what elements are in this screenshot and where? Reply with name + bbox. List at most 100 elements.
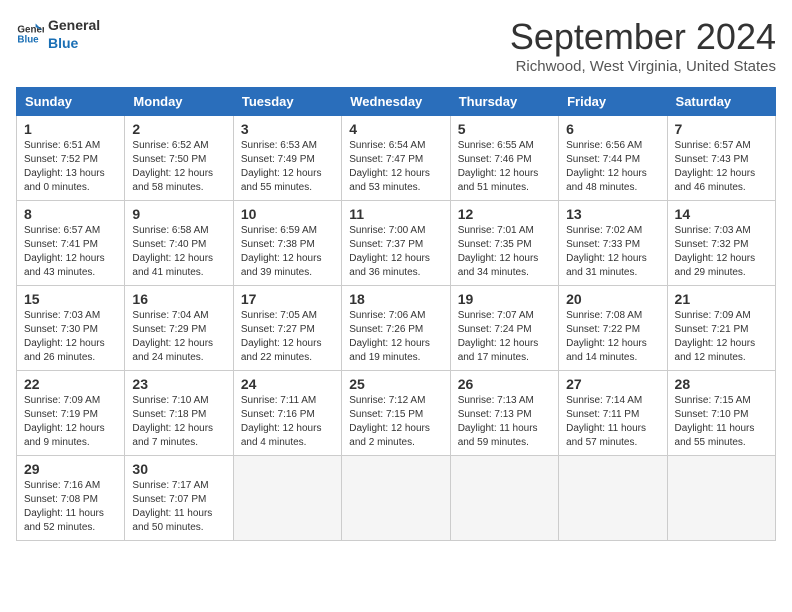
day-number: 5 — [458, 121, 551, 137]
day-number: 30 — [132, 461, 225, 477]
day-cell-5: 5Sunrise: 6:55 AMSunset: 7:46 PMDaylight… — [450, 116, 558, 201]
col-header-wednesday: Wednesday — [342, 88, 450, 116]
logo-icon: General Blue — [16, 20, 44, 48]
day-detail: Sunrise: 7:17 AMSunset: 7:07 PMDaylight:… — [132, 480, 212, 533]
day-cell-7: 7Sunrise: 6:57 AMSunset: 7:43 PMDaylight… — [667, 116, 775, 201]
day-detail: Sunrise: 7:07 AMSunset: 7:24 PMDaylight:… — [458, 310, 539, 363]
day-number: 27 — [566, 376, 659, 392]
day-number: 12 — [458, 206, 551, 222]
day-detail: Sunrise: 7:10 AMSunset: 7:18 PMDaylight:… — [132, 395, 213, 448]
day-detail: Sunrise: 6:53 AMSunset: 7:49 PMDaylight:… — [241, 140, 322, 193]
page-header: General Blue General Blue September 2024… — [16, 16, 776, 75]
day-number: 1 — [24, 121, 117, 137]
day-number: 21 — [675, 291, 768, 307]
day-cell-28: 28 Sunrise: 7:15 AMSunset: 7:10 PMDayligh… — [667, 371, 775, 456]
day-detail: Sunrise: 7:02 AMSunset: 7:33 PMDaylight:… — [566, 225, 647, 278]
day-detail: Sunrise: 6:54 AMSunset: 7:47 PMDaylight:… — [349, 140, 430, 193]
day-cell-4: 4 Sunrise: 6:54 AMSunset: 7:47 PMDaylight… — [342, 116, 450, 201]
day-detail: Sunrise: 7:12 AMSunset: 7:15 PMDaylight:… — [349, 395, 430, 448]
svg-text:Blue: Blue — [17, 35, 39, 46]
day-detail: Sunrise: 7:11 AMSunset: 7:16 PMDaylight:… — [241, 395, 322, 448]
day-number: 25 — [349, 376, 442, 392]
day-number: 2 — [132, 121, 225, 137]
day-cell-9: 9Sunrise: 6:58 AMSunset: 7:40 PMDaylight… — [125, 201, 233, 286]
day-number: 19 — [458, 291, 551, 307]
col-header-tuesday: Tuesday — [233, 88, 341, 116]
day-detail: Sunrise: 7:15 AMSunset: 7:10 PMDaylight:… — [675, 395, 755, 448]
day-cell-22: 22 Sunrise: 7:09 AMSunset: 7:19 PMDayligh… — [17, 371, 125, 456]
empty-cell — [342, 456, 450, 541]
day-detail: Sunrise: 7:00 AMSunset: 7:37 PMDaylight:… — [349, 225, 430, 278]
day-detail: Sunrise: 7:01 AMSunset: 7:35 PMDaylight:… — [458, 225, 539, 278]
day-cell-30: 30 Sunrise: 7:17 AMSunset: 7:07 PMDayligh… — [125, 456, 233, 541]
day-number: 14 — [675, 206, 768, 222]
day-number: 24 — [241, 376, 334, 392]
col-header-friday: Friday — [559, 88, 667, 116]
day-cell-17: 17Sunrise: 7:05 AMSunset: 7:27 PMDayligh… — [233, 286, 341, 371]
day-number: 7 — [675, 121, 768, 137]
day-cell-3: 3Sunrise: 6:53 AMSunset: 7:49 PMDaylight… — [233, 116, 341, 201]
empty-cell — [559, 456, 667, 541]
day-cell-8: 8 Sunrise: 6:57 AMSunset: 7:41 PMDaylight… — [17, 201, 125, 286]
logo: General Blue General Blue — [16, 16, 100, 52]
day-cell-20: 20 Sunrise: 7:08 AMSunset: 7:22 PMDayligh… — [559, 286, 667, 371]
day-detail: Sunrise: 7:03 AMSunset: 7:30 PMDaylight:… — [24, 310, 105, 363]
day-number: 13 — [566, 206, 659, 222]
day-number: 29 — [24, 461, 117, 477]
empty-cell — [667, 456, 775, 541]
day-number: 20 — [566, 291, 659, 307]
empty-cell — [233, 456, 341, 541]
day-number: 23 — [132, 376, 225, 392]
day-number: 22 — [24, 376, 117, 392]
col-header-monday: Monday — [125, 88, 233, 116]
day-detail: Sunrise: 7:04 AMSunset: 7:29 PMDaylight:… — [132, 310, 213, 363]
day-number: 16 — [132, 291, 225, 307]
day-cell-23: 23 Sunrise: 7:10 AMSunset: 7:18 PMDayligh… — [125, 371, 233, 456]
day-detail: Sunrise: 7:16 AMSunset: 7:08 PMDaylight:… — [24, 480, 104, 533]
day-number: 11 — [349, 206, 442, 222]
logo-line1: General — [48, 16, 100, 34]
day-detail: Sunrise: 6:57 AMSunset: 7:41 PMDaylight:… — [24, 225, 105, 278]
day-number: 10 — [241, 206, 334, 222]
day-cell-24: 24 Sunrise: 7:11 AMSunset: 7:16 PMDayligh… — [233, 371, 341, 456]
day-cell-12: 12 Sunrise: 7:01 AMSunset: 7:35 PMDayligh… — [450, 201, 558, 286]
day-detail: Sunrise: 6:56 AMSunset: 7:44 PMDaylight:… — [566, 140, 647, 193]
day-detail: Sunrise: 7:13 AMSunset: 7:13 PMDaylight:… — [458, 395, 538, 448]
day-cell-6: 6Sunrise: 6:56 AMSunset: 7:44 PMDaylight… — [559, 116, 667, 201]
day-cell-21: 21 Sunrise: 7:09 AMSunset: 7:21 PMDayligh… — [667, 286, 775, 371]
day-number: 28 — [675, 376, 768, 392]
day-detail: Sunrise: 7:03 AMSunset: 7:32 PMDaylight:… — [675, 225, 756, 278]
day-detail: Sunrise: 6:52 AMSunset: 7:50 PMDaylight:… — [132, 140, 213, 193]
col-header-sunday: Sunday — [17, 88, 125, 116]
day-detail: Sunrise: 7:14 AMSunset: 7:11 PMDaylight:… — [566, 395, 646, 448]
day-cell-11: 11 Sunrise: 7:00 AMSunset: 7:37 PMDayligh… — [342, 201, 450, 286]
logo-line2: Blue — [48, 34, 100, 52]
day-detail: Sunrise: 7:09 AMSunset: 7:21 PMDaylight:… — [675, 310, 756, 363]
day-cell-10: 10 Sunrise: 6:59 AMSunset: 7:38 PMDayligh… — [233, 201, 341, 286]
col-header-thursday: Thursday — [450, 88, 558, 116]
day-cell-13: 13 Sunrise: 7:02 AMSunset: 7:33 PMDayligh… — [559, 201, 667, 286]
day-detail: Sunrise: 7:05 AMSunset: 7:27 PMDaylight:… — [241, 310, 322, 363]
day-detail: Sunrise: 7:08 AMSunset: 7:22 PMDaylight:… — [566, 310, 647, 363]
day-cell-1: 1 Sunrise: 6:51 AMSunset: 7:52 PMDaylight… — [17, 116, 125, 201]
day-detail: Sunrise: 7:09 AMSunset: 7:19 PMDaylight:… — [24, 395, 105, 448]
day-number: 8 — [24, 206, 117, 222]
day-cell-19: 19 Sunrise: 7:07 AMSunset: 7:24 PMDayligh… — [450, 286, 558, 371]
day-cell-26: 26Sunrise: 7:13 AMSunset: 7:13 PMDayligh… — [450, 371, 558, 456]
day-cell-29: 29 Sunrise: 7:16 AMSunset: 7:08 PMDayligh… — [17, 456, 125, 541]
day-cell-2: 2 Sunrise: 6:52 AMSunset: 7:50 PMDaylight… — [125, 116, 233, 201]
day-cell-14: 14 Sunrise: 7:03 AMSunset: 7:32 PMDayligh… — [667, 201, 775, 286]
day-number: 9 — [132, 206, 225, 222]
calendar-title: September 2024 — [510, 16, 776, 58]
day-cell-27: 27 Sunrise: 7:14 AMSunset: 7:11 PMDayligh… — [559, 371, 667, 456]
day-detail: Sunrise: 6:59 AMSunset: 7:38 PMDaylight:… — [241, 225, 322, 278]
day-number: 4 — [349, 121, 442, 137]
day-number: 15 — [24, 291, 117, 307]
col-header-saturday: Saturday — [667, 88, 775, 116]
day-detail: Sunrise: 6:51 AMSunset: 7:52 PMDaylight:… — [24, 140, 105, 193]
day-cell-18: 18Sunrise: 7:06 AMSunset: 7:26 PMDayligh… — [342, 286, 450, 371]
calendar-subtitle: Richwood, West Virginia, United States — [510, 58, 776, 75]
title-block: September 2024 Richwood, West Virginia, … — [510, 16, 776, 75]
day-cell-16: 16 Sunrise: 7:04 AMSunset: 7:29 PMDayligh… — [125, 286, 233, 371]
day-detail: Sunrise: 7:06 AMSunset: 7:26 PMDaylight:… — [349, 310, 430, 363]
